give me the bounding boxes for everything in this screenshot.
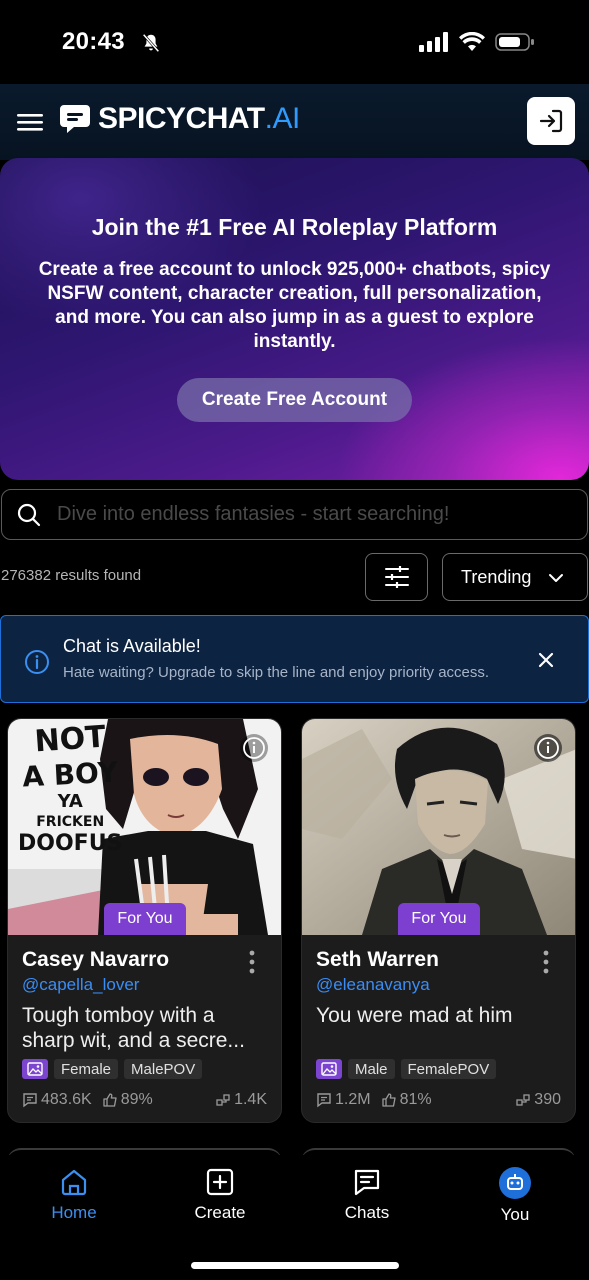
character-card[interactable]: For You Seth Warren @eleanavanya You wer… — [301, 718, 576, 1123]
results-count: 276382 results found — [1, 567, 142, 584]
for-you-badge: For You — [398, 903, 480, 935]
like-ratio: 89% — [102, 1091, 153, 1109]
search-icon — [17, 503, 41, 526]
more-options-icon[interactable] — [249, 950, 255, 974]
tag-list: Male FemalePOV — [316, 1059, 497, 1079]
create-free-account-button[interactable]: Create Free Account — [177, 378, 412, 422]
login-button[interactable] — [527, 97, 575, 145]
tab-create[interactable]: Create — [170, 1167, 270, 1223]
for-you-badge: For You — [104, 903, 186, 935]
branch-icon — [516, 1094, 530, 1106]
info-icon[interactable] — [239, 733, 269, 763]
wifi-icon — [459, 32, 485, 51]
tab-home[interactable]: Home — [24, 1167, 124, 1223]
like-ratio: 81% — [381, 1091, 432, 1109]
battery-icon — [495, 33, 534, 51]
tab-you[interactable]: You — [465, 1167, 565, 1225]
message-icon — [23, 1093, 37, 1108]
character-image[interactable]: For You — [302, 719, 575, 935]
sliders-icon — [384, 566, 409, 588]
creator-link[interactable]: @eleanavanya — [316, 975, 430, 995]
filter-button[interactable] — [365, 553, 428, 601]
bot-count: 1.4K — [215, 1091, 267, 1109]
image-gen-icon — [316, 1059, 342, 1079]
info-icon[interactable] — [533, 733, 563, 763]
app-header: SPICYCHAT.AI — [0, 84, 589, 160]
tab-chats[interactable]: Chats — [317, 1167, 417, 1223]
plus-square-icon — [206, 1168, 234, 1196]
message-count: 1.2M — [316, 1091, 371, 1109]
bell-muted-icon — [142, 33, 160, 53]
creator-link[interactable]: @capella_lover — [22, 975, 139, 995]
character-image[interactable]: NOT A BOY YA FRICKEN DOOFUS For You — [8, 719, 281, 935]
hero-title: Join the #1 Free AI Roleplay Platform — [91, 214, 498, 240]
bot-avatar-icon — [499, 1167, 531, 1199]
close-icon[interactable] — [534, 648, 558, 672]
character-description: Tough tomboy with a sharp wit, and a sec… — [22, 1004, 245, 1052]
home-indicator — [191, 1262, 399, 1269]
bot-count: 390 — [515, 1091, 561, 1109]
thumbs-up-icon — [381, 1093, 396, 1107]
search-input[interactable] — [57, 503, 587, 526]
logo-chat-icon — [60, 105, 90, 133]
more-options-icon[interactable] — [543, 950, 549, 974]
chat-available-alert: Chat is Available! Hate waiting? Upgrade… — [0, 615, 589, 703]
character-name: Casey Navarro — [22, 948, 170, 971]
card-stats: 1.2M 81% 390 — [316, 1091, 561, 1109]
sort-dropdown[interactable]: Trending — [442, 553, 588, 601]
card-stats: 483.6K 89% 1.4K — [22, 1091, 267, 1109]
alert-message: Hate waiting? Upgrade to skip the line a… — [63, 664, 490, 681]
signal-icon — [419, 32, 448, 52]
tag-list: Female MalePOV — [22, 1059, 203, 1079]
hero-description: Create a free account to unlock 925,000+… — [38, 259, 551, 352]
tag-chip[interactable]: Female — [54, 1059, 119, 1079]
signup-hero-banner: Join the #1 Free AI Roleplay Platform Cr… — [0, 158, 589, 480]
tag-chip[interactable]: MalePOV — [124, 1059, 203, 1079]
character-description: You were mad at him — [316, 1004, 513, 1027]
thumbs-up-icon — [103, 1093, 117, 1107]
sort-label: Trending — [461, 566, 532, 587]
status-icons — [419, 32, 535, 52]
image-caption: NOT A BOY YA FRICKEN DOOFUS — [18, 719, 123, 856]
character-name: Seth Warren — [316, 948, 439, 971]
status-time: 20:43 — [62, 28, 125, 55]
message-icon — [317, 1093, 331, 1108]
info-icon — [25, 650, 49, 674]
branch-icon — [216, 1094, 230, 1106]
login-icon — [539, 109, 563, 133]
chat-icon — [354, 1169, 380, 1196]
tag-chip[interactable]: FemalePOV — [400, 1059, 497, 1079]
image-gen-icon — [22, 1059, 48, 1079]
status-bar: 20:43 — [0, 0, 589, 84]
alert-title: Chat is Available! — [63, 636, 201, 656]
logo-text: SPICYCHAT.AI — [98, 102, 300, 135]
character-card[interactable]: NOT A BOY YA FRICKEN DOOFUS For You Case… — [7, 718, 282, 1123]
logo[interactable]: SPICYCHAT.AI — [58, 102, 300, 136]
message-count: 483.6K — [22, 1091, 92, 1109]
search-bar[interactable] — [1, 489, 588, 540]
tag-chip[interactable]: Male — [348, 1059, 395, 1079]
hamburger-menu-icon[interactable] — [14, 106, 46, 138]
home-icon — [61, 1169, 87, 1196]
chevron-down-icon — [549, 574, 563, 582]
